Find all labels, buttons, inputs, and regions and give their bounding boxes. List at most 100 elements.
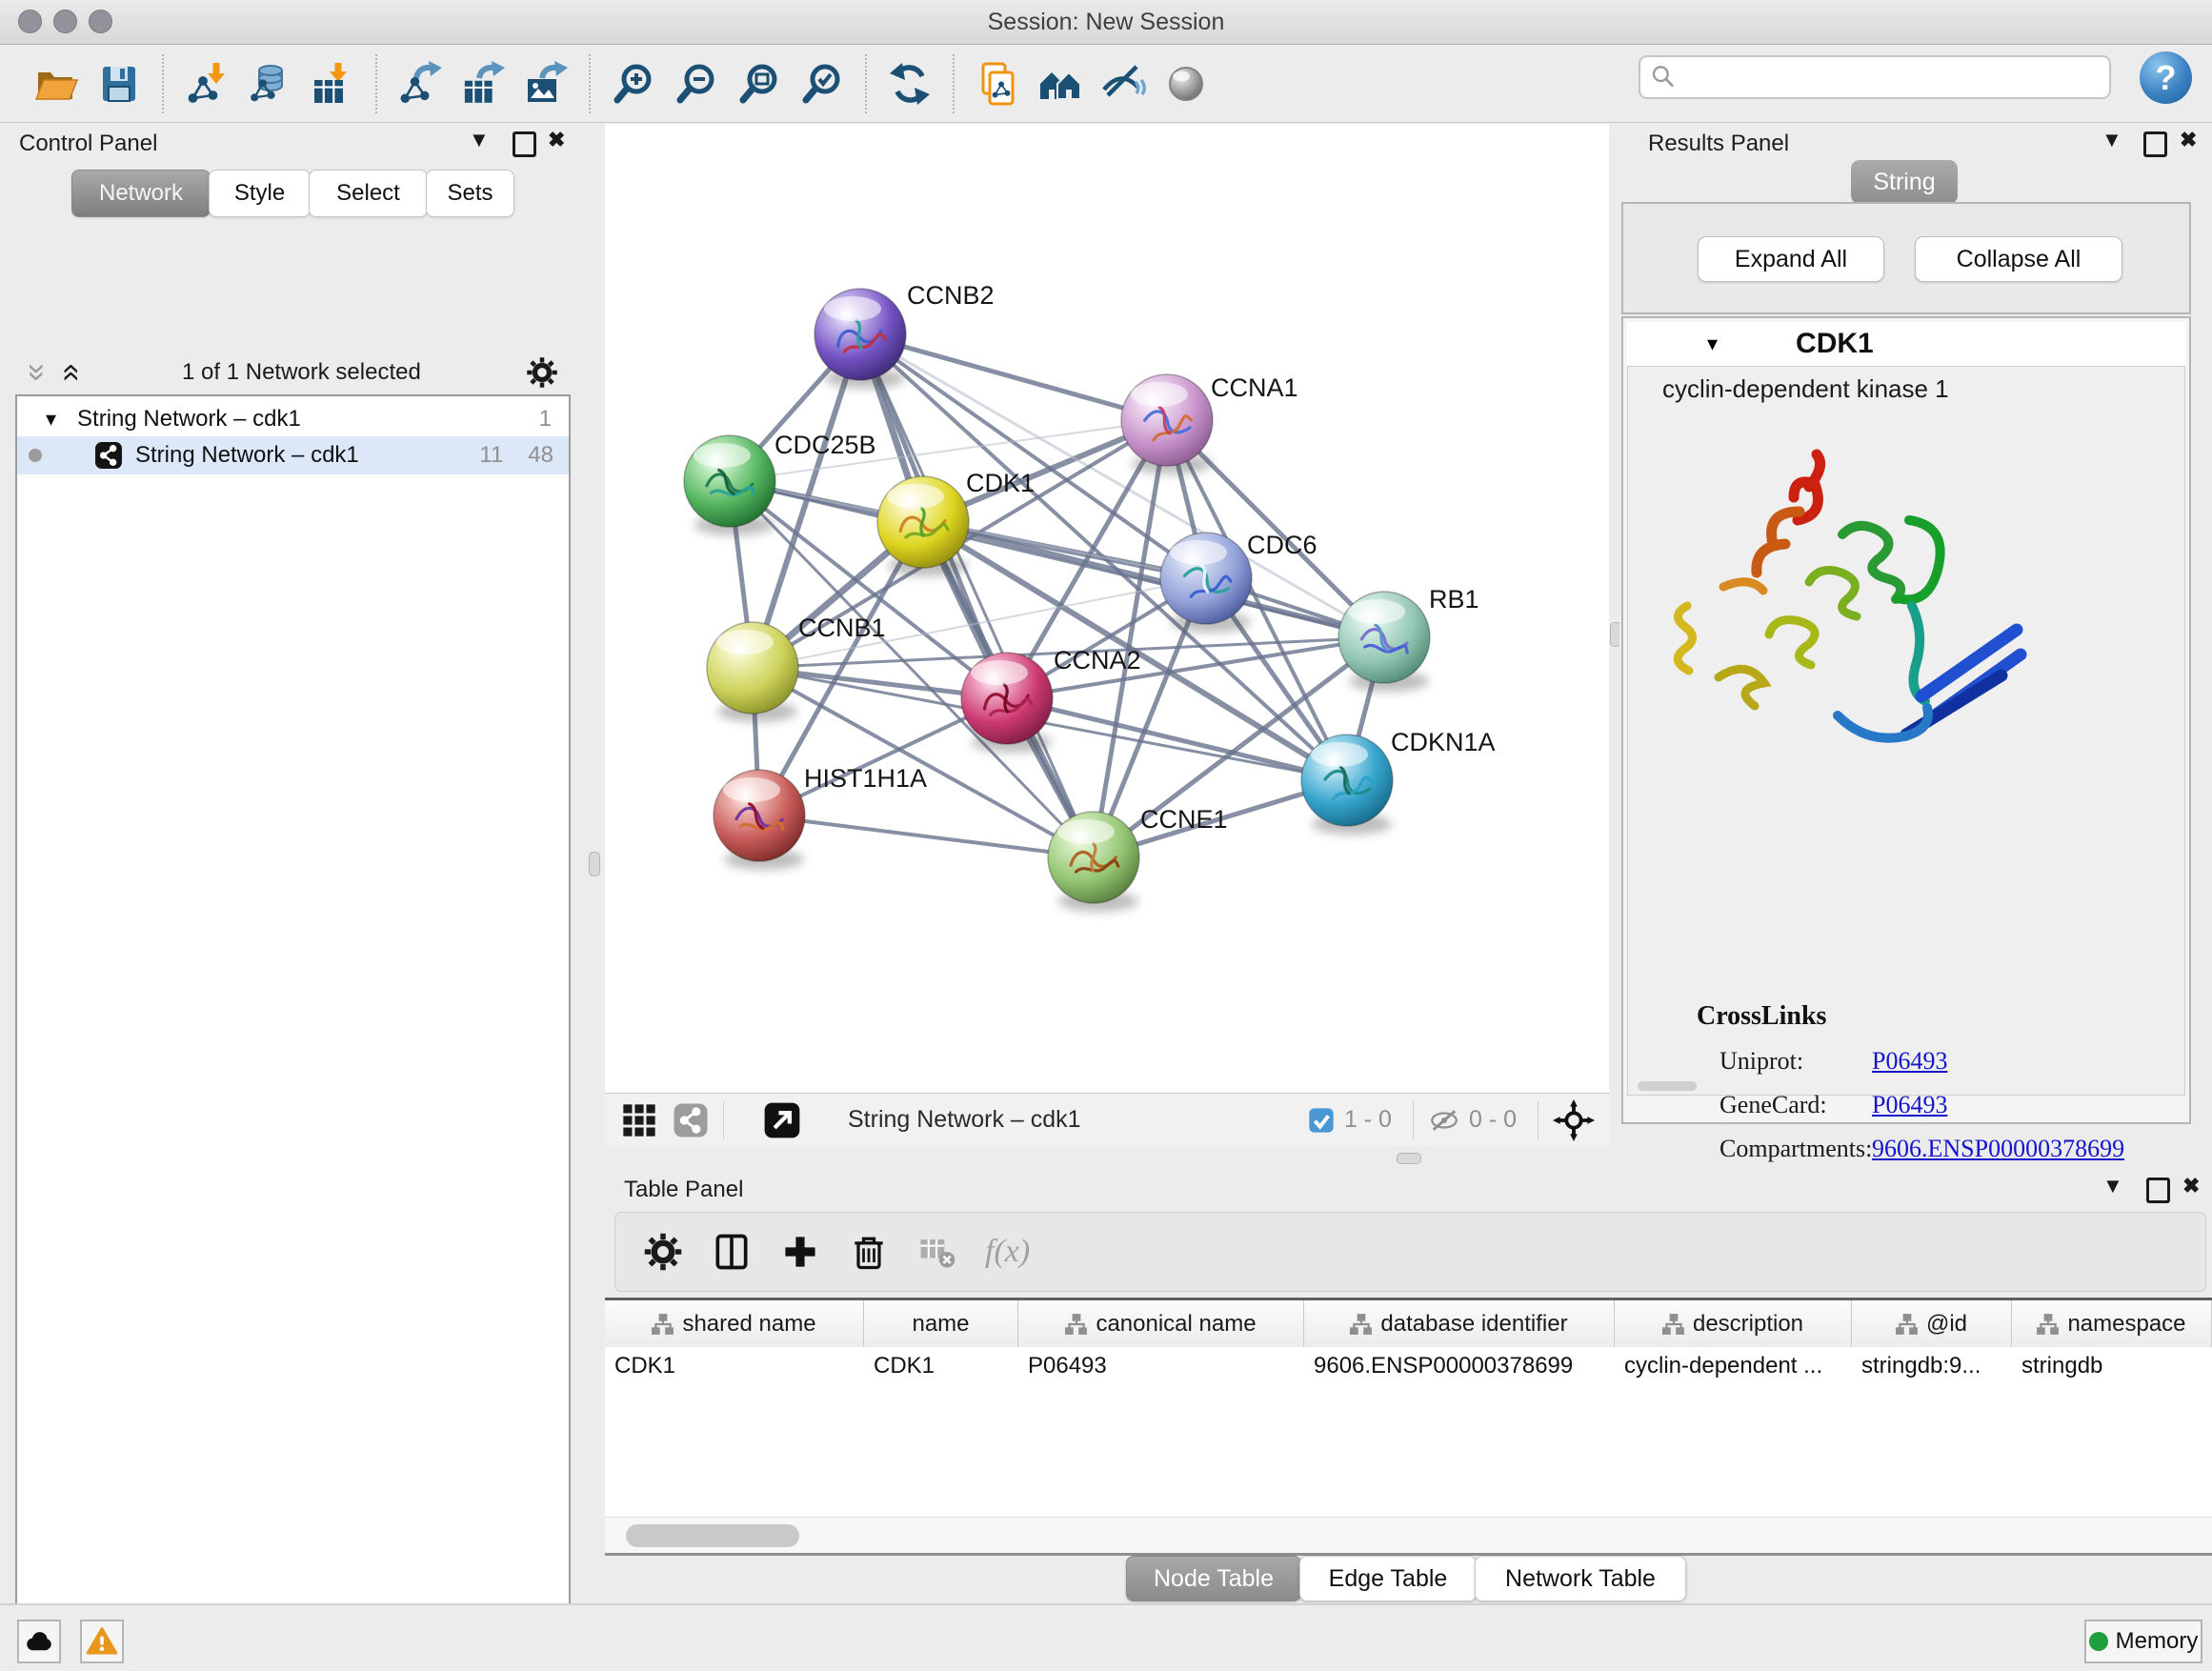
crosslink-link[interactable]: 9606.ENSP00000378699	[1872, 1135, 2124, 1163]
zoom-window-button[interactable]	[89, 10, 112, 33]
network-view-canvas[interactable]: CCNB2CCNA1CDC25BCDK1CDC6RB1CCNB1CCNA2CDK…	[605, 124, 1609, 1093]
node-label-cdc25b: CDC25B	[774, 431, 876, 459]
network-node-cdc25b[interactable]	[684, 435, 775, 535]
network-node-rb1[interactable]	[1338, 592, 1430, 692]
tab-node-table[interactable]: Node Table	[1126, 1556, 1301, 1601]
collapse-panel-icon[interactable]: ▼	[469, 130, 490, 151]
zoom-fit-button[interactable]	[728, 52, 791, 115]
tab-network-table[interactable]: Network Table	[1475, 1556, 1686, 1601]
column-header-description[interactable]: description	[1615, 1300, 1852, 1347]
collapse-panel-icon[interactable]: ▼	[2102, 1176, 2123, 1197]
cell-name[interactable]: CDK1	[864, 1353, 1018, 1379]
expand-all-button[interactable]: Expand All	[1698, 236, 1884, 282]
hide-selected-button[interactable]	[1092, 52, 1155, 115]
help-icon: ?	[2156, 58, 2177, 98]
add-column-icon[interactable]	[779, 1231, 821, 1273]
close-panel-icon[interactable]: ✖	[2180, 130, 2197, 151]
section-collapse-icon[interactable]: ▾	[1707, 332, 1718, 356]
collapse-all-button[interactable]: Collapse All	[1915, 236, 2122, 282]
close-window-button[interactable]	[18, 10, 42, 33]
import-table-button[interactable]	[301, 52, 364, 115]
network-node-ccna1[interactable]	[1121, 374, 1213, 474]
network-grid-view-icon[interactable]	[620, 1101, 658, 1139]
reposition-crosshair-icon[interactable]	[1552, 1098, 1596, 1142]
tree-expand-icon[interactable]: ▾	[46, 407, 56, 432]
float-panel-icon[interactable]	[2146, 1178, 2170, 1203]
show-columns-icon[interactable]	[711, 1231, 753, 1273]
tab-style[interactable]: Style	[209, 170, 311, 217]
tab-select[interactable]: Select	[309, 170, 428, 217]
horizontal-scrollbar[interactable]	[605, 1517, 2212, 1554]
left-splitter-handle[interactable]	[589, 852, 600, 876]
table-options-gear-icon[interactable]	[642, 1231, 684, 1273]
cdk1-section-header[interactable]: ▾ CDK1	[1627, 322, 2185, 366]
network-node-cdk1[interactable]	[877, 476, 969, 576]
column-header-id[interactable]: @id	[1852, 1300, 2012, 1347]
search-box[interactable]	[1639, 55, 2111, 99]
tab-network[interactable]: Network	[71, 170, 211, 217]
export-table-button[interactable]	[452, 52, 514, 115]
zoom-selected-button[interactable]	[791, 52, 854, 115]
network-options-gear-icon[interactable]	[525, 355, 559, 390]
network-row-selected[interactable]: String Network – cdk1 11 48	[17, 436, 569, 474]
refresh-button[interactable]	[878, 52, 941, 115]
network-node-hist1h1a[interactable]	[714, 770, 805, 870]
cell-namespace[interactable]: stringdb	[2012, 1353, 2212, 1379]
float-panel-icon[interactable]	[513, 131, 536, 157]
network-node-ccnb1[interactable]	[707, 622, 798, 722]
close-panel-icon[interactable]: ✖	[548, 130, 565, 151]
crosslink-link[interactable]: P06493	[1872, 1091, 1947, 1119]
collapse-panel-icon[interactable]: ▼	[2101, 130, 2122, 151]
tab-string[interactable]: String	[1851, 160, 1958, 204]
column-header-canonical-name[interactable]: canonical name	[1018, 1300, 1304, 1347]
import-network-button[interactable]	[175, 52, 238, 115]
memory-button[interactable]: Memory	[2084, 1620, 2202, 1663]
tab-edge-table[interactable]: Edge Table	[1299, 1556, 1477, 1601]
zoom-out-button[interactable]	[665, 52, 728, 115]
toolbar-separator	[589, 54, 591, 113]
search-input[interactable]	[1679, 58, 2109, 96]
float-panel-icon[interactable]	[2143, 131, 2167, 157]
export-image-button[interactable]	[514, 52, 577, 115]
network-node-cdkn1a[interactable]	[1301, 735, 1393, 835]
copy-network-button[interactable]	[966, 52, 1029, 115]
crosslink-link[interactable]: P06493	[1872, 1047, 1947, 1076]
column-header-namespace[interactable]: namespace	[2012, 1300, 2212, 1347]
horizontal-splitter-handle[interactable]	[1397, 1153, 1421, 1164]
birdseye-view-icon[interactable]	[762, 1100, 802, 1140]
save-session-button[interactable]	[88, 52, 151, 115]
first-neighbors-button[interactable]	[1029, 52, 1092, 115]
table-row[interactable]: CDK1CDK1P064939606.ENSP00000378699cyclin…	[605, 1347, 2212, 1385]
column-header-shared-name[interactable]: shared name	[605, 1300, 864, 1347]
network-node-cdc6[interactable]	[1160, 533, 1252, 633]
network-node-ccna2[interactable]	[961, 653, 1053, 753]
tab-sets[interactable]: Sets	[426, 170, 514, 217]
scrollbar-thumb[interactable]	[626, 1524, 799, 1547]
warnings-button[interactable]	[80, 1620, 124, 1663]
column-header-database-identifier[interactable]: database identifier	[1304, 1300, 1615, 1347]
zoom-in-button[interactable]	[602, 52, 665, 115]
expand-all-networks-icon[interactable]: »	[59, 364, 78, 382]
cell-shared-name[interactable]: CDK1	[605, 1353, 864, 1379]
close-panel-icon[interactable]: ✖	[2182, 1176, 2200, 1197]
column-header-name[interactable]: name	[864, 1300, 1018, 1347]
cloud-status-button[interactable]	[17, 1620, 61, 1663]
help-button[interactable]: ?	[2140, 51, 2192, 104]
import-database-button[interactable]	[238, 52, 301, 115]
cell-description[interactable]: cyclin-dependent ...	[1615, 1353, 1852, 1379]
network-collection-row[interactable]: ▾ String Network – cdk1 1	[17, 402, 569, 436]
cell-canonical-name[interactable]: P06493	[1018, 1353, 1304, 1379]
mini-scrollbar[interactable]	[1638, 1081, 1697, 1091]
cell-database-identifier[interactable]: 9606.ENSP00000378699	[1304, 1353, 1615, 1379]
show-graphics-button[interactable]	[1155, 52, 1217, 115]
collection-count: 1	[539, 406, 552, 433]
minimize-window-button[interactable]	[53, 10, 77, 33]
network-node-ccne1[interactable]	[1048, 812, 1139, 912]
collapse-all-networks-icon[interactable]: »	[28, 364, 47, 382]
export-network-button[interactable]	[389, 52, 452, 115]
cell-id[interactable]: stringdb:9...	[1852, 1353, 2012, 1379]
open-file-button[interactable]	[25, 52, 88, 115]
delete-column-icon[interactable]	[848, 1231, 890, 1273]
selected-checkbox-icon[interactable]	[1306, 1105, 1337, 1136]
string-network-icon[interactable]	[672, 1101, 710, 1139]
